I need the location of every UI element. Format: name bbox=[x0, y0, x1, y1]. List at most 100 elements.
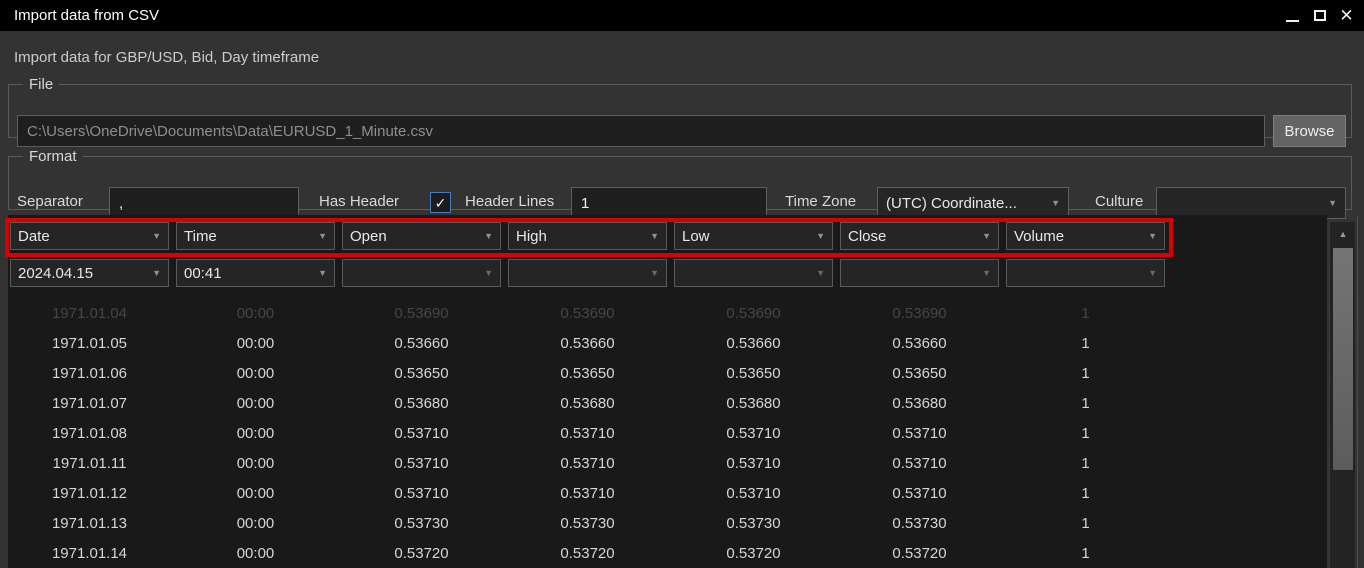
chevron-down-icon: ▼ bbox=[1148, 268, 1157, 278]
table-cell: 0.53710 bbox=[674, 419, 833, 449]
has-header-label: Has Header bbox=[319, 193, 399, 210]
chevron-down-icon: ▼ bbox=[816, 268, 825, 278]
table-cell: 0.53720 bbox=[674, 539, 833, 568]
header-lines-label: Header Lines bbox=[465, 193, 554, 210]
table-cell: 0.53710 bbox=[508, 479, 667, 509]
table-cell: 00:00 bbox=[176, 299, 335, 329]
table-cell: 00:00 bbox=[176, 419, 335, 449]
table-cell: 0.53690 bbox=[674, 299, 833, 329]
table-cell: 00:00 bbox=[176, 329, 335, 359]
file-path-input[interactable] bbox=[17, 115, 1265, 147]
table-cell: 1 bbox=[1006, 389, 1165, 419]
chevron-down-icon: ▼ bbox=[152, 268, 161, 278]
column-dropdown-date-value: Date bbox=[18, 228, 152, 245]
chevron-down-icon: ▼ bbox=[982, 231, 991, 241]
column-dropdown-close-value: Close bbox=[848, 228, 982, 245]
sample-dropdown-1[interactable]: 2024.04.15▼ bbox=[10, 259, 169, 287]
table-cell: 1971.01.14 bbox=[10, 539, 169, 568]
scrollbar-thumb[interactable] bbox=[1333, 248, 1353, 470]
has-header-checkbox[interactable]: ✓ bbox=[430, 192, 451, 213]
chevron-down-icon: ▼ bbox=[318, 268, 327, 278]
column-dropdown-high[interactable]: High▼ bbox=[508, 222, 667, 250]
table-cell: 0.53710 bbox=[508, 419, 667, 449]
chevron-down-icon: ▼ bbox=[982, 268, 991, 278]
table-cell: 0.53680 bbox=[342, 389, 501, 419]
close-button[interactable]: ✕ bbox=[1333, 0, 1360, 31]
minimize-icon bbox=[1286, 20, 1299, 22]
table-cell: 0.53660 bbox=[674, 329, 833, 359]
sample-dropdown-6[interactable]: ▼ bbox=[840, 259, 999, 287]
table-cell: 1 bbox=[1006, 359, 1165, 389]
column-dropdown-low[interactable]: Low▼ bbox=[674, 222, 833, 250]
table-cell: 0.53690 bbox=[342, 299, 501, 329]
column-dropdown-volume[interactable]: Volume▼ bbox=[1006, 222, 1165, 250]
minimize-button[interactable] bbox=[1279, 0, 1306, 31]
column-dropdown-date[interactable]: Date▼ bbox=[10, 222, 169, 250]
table-cell: 0.53730 bbox=[508, 509, 667, 539]
chevron-down-icon: ▼ bbox=[816, 231, 825, 241]
culture-label: Culture bbox=[1095, 193, 1143, 210]
table-cell: 1971.01.04 bbox=[10, 299, 169, 329]
column-dropdown-close[interactable]: Close▼ bbox=[840, 222, 999, 250]
sample-dropdown-4[interactable]: ▼ bbox=[508, 259, 667, 287]
column-dropdown-time[interactable]: Time▼ bbox=[176, 222, 335, 250]
dialog-subtitle: Import data for GBP/USD, Bid, Day timefr… bbox=[14, 49, 319, 66]
scroll-up-button[interactable]: ▲ bbox=[1330, 222, 1356, 246]
column-mapping-header-row: Date▼Time▼Open▼High▼Low▼Close▼Volume▼ bbox=[10, 222, 1165, 250]
table-cell: 00:00 bbox=[176, 449, 335, 479]
sample-dropdown-7[interactable]: ▼ bbox=[1006, 259, 1165, 287]
window-controls: ✕ bbox=[1279, 0, 1360, 31]
table-cell: 1 bbox=[1006, 419, 1165, 449]
table-cell: 1971.01.11 bbox=[10, 449, 169, 479]
table-cell: 1 bbox=[1006, 509, 1165, 539]
column-dropdown-time-value: Time bbox=[184, 228, 318, 245]
table-cell: 1 bbox=[1006, 329, 1165, 359]
maximize-icon bbox=[1314, 10, 1326, 21]
table-cell: 1971.01.05 bbox=[10, 329, 169, 359]
table-cell: 0.53710 bbox=[840, 419, 999, 449]
table-cell: 1 bbox=[1006, 449, 1165, 479]
table-cell: 0.53660 bbox=[840, 329, 999, 359]
table-cell: 00:00 bbox=[176, 479, 335, 509]
table-cell: 0.53680 bbox=[674, 389, 833, 419]
table-cell: 0.53680 bbox=[840, 389, 999, 419]
chevron-down-icon: ▼ bbox=[650, 268, 659, 278]
table-row: 1971.01.0700:000.536800.536800.536800.53… bbox=[8, 389, 1327, 419]
panel-right-border bbox=[1357, 215, 1358, 568]
vertical-scrollbar[interactable]: ▲ bbox=[1329, 222, 1355, 568]
table-cell: 0.53720 bbox=[840, 539, 999, 568]
table-row: 1971.01.1300:000.537300.537300.537300.53… bbox=[8, 509, 1327, 539]
table-cell: 1 bbox=[1006, 539, 1165, 568]
chevron-down-icon: ▼ bbox=[1148, 231, 1157, 241]
maximize-button[interactable] bbox=[1306, 0, 1333, 31]
table-cell: 0.53690 bbox=[508, 299, 667, 329]
chevron-down-icon: ▼ bbox=[1328, 198, 1337, 208]
column-dropdown-open[interactable]: Open▼ bbox=[342, 222, 501, 250]
close-icon: ✕ bbox=[1339, 7, 1353, 24]
time-zone-label: Time Zone bbox=[785, 193, 856, 210]
table-cell: 0.53690 bbox=[840, 299, 999, 329]
sample-dropdown-5[interactable]: ▼ bbox=[674, 259, 833, 287]
chevron-down-icon: ▼ bbox=[318, 231, 327, 241]
column-dropdown-high-value: High bbox=[516, 228, 650, 245]
window-title: Import data from CSV bbox=[14, 7, 159, 24]
format-group: Format Separator Has Header ✓ Header Lin… bbox=[8, 148, 1352, 210]
table-cell: 0.53650 bbox=[840, 359, 999, 389]
table-cell: 0.53650 bbox=[342, 359, 501, 389]
browse-button[interactable]: Browse bbox=[1273, 115, 1346, 147]
separator-label: Separator bbox=[17, 193, 83, 210]
table-cell: 00:00 bbox=[176, 509, 335, 539]
sample-dropdown-3[interactable]: ▼ bbox=[342, 259, 501, 287]
column-dropdown-low-value: Low bbox=[682, 228, 816, 245]
table-cell: 0.53660 bbox=[508, 329, 667, 359]
table-cell: 0.53650 bbox=[508, 359, 667, 389]
sample-dropdown-2-value: 00:41 bbox=[184, 265, 318, 282]
file-group-legend: File bbox=[23, 76, 59, 93]
table-row: 1971.01.1100:000.537100.537100.537100.53… bbox=[8, 449, 1327, 479]
table-cell: 1971.01.13 bbox=[10, 509, 169, 539]
scroll-up-icon: ▲ bbox=[1339, 229, 1348, 239]
chevron-down-icon: ▼ bbox=[484, 231, 493, 241]
sample-dropdown-2[interactable]: 00:41▼ bbox=[176, 259, 335, 287]
file-group: File Browse bbox=[8, 76, 1352, 138]
check-icon: ✓ bbox=[435, 196, 447, 210]
